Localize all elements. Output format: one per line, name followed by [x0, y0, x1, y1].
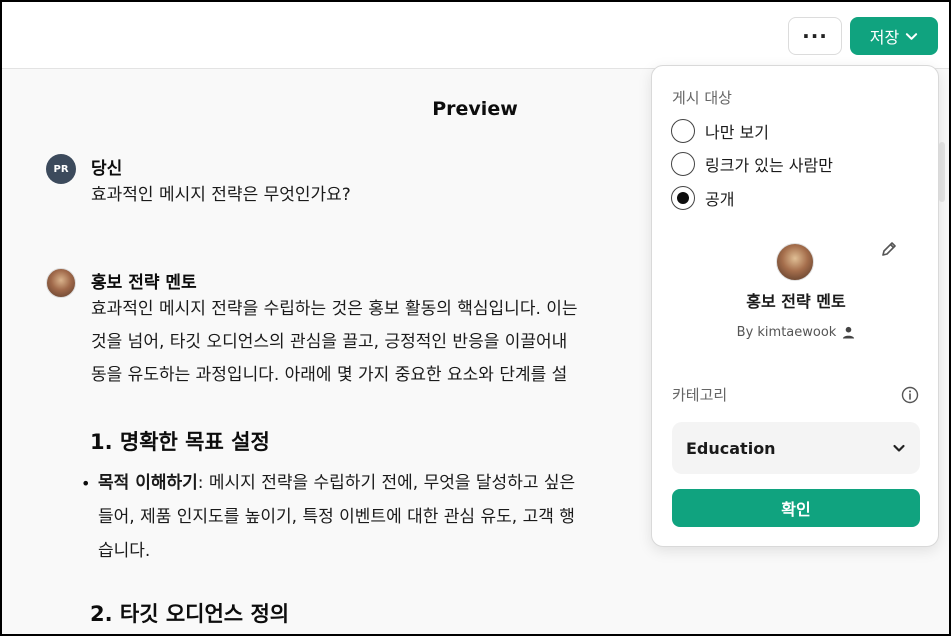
assistant-text-line-1: 효과적인 메시지 전략을 수립하는 것은 홍보 활동의 핵심입니다. 이는 — [91, 299, 578, 319]
option-only-me[interactable]: 나만 보기 — [671, 119, 769, 143]
publish-target-label: 게시 대상 — [672, 89, 732, 107]
save-button[interactable]: 저장 — [850, 17, 938, 55]
gpt-avatar — [776, 243, 814, 281]
assistant-text-line-3: 동을 유도하는 과정입니다. 아래에 몇 가지 중요한 요소와 단계를 설 — [91, 365, 568, 385]
section-heading-2: 2. 타깃 오디언스 정의 — [90, 602, 290, 626]
chevron-down-icon — [906, 32, 918, 40]
user-avatar: PR — [46, 154, 76, 184]
option-label: 나만 보기 — [705, 123, 769, 142]
confirm-button[interactable]: 확인 — [672, 489, 920, 527]
bullet-line-2: 들어, 제품 인지도를 높이기, 특정 이벤트에 대한 관심 유도, 고객 행 — [98, 507, 575, 527]
option-label: 링크가 있는 사람만 — [705, 156, 833, 175]
app-window: ··· 저장 Preview PR 당신 효과적인 메시지 전략은 무엇인가요?… — [0, 0, 951, 636]
bullet-bold: 목적 이해하기 — [98, 473, 198, 493]
section-heading-1: 1. 명확한 목표 설정 — [90, 430, 270, 454]
radio-dot — [677, 192, 689, 204]
save-button-label: 저장 — [869, 28, 900, 47]
radio-button[interactable] — [671, 152, 695, 176]
assistant-name: 홍보 전략 멘토 — [91, 273, 197, 293]
more-options-button[interactable]: ··· — [788, 17, 842, 55]
option-label: 공개 — [705, 190, 735, 209]
assistant-text-line-2: 것을 넘어, 타깃 오디언스의 관심을 끌고, 긍정적인 반응을 이끌어내 — [91, 332, 568, 352]
user-message: PR 당신 효과적인 메시지 전략은 무엇인가요? — [46, 154, 666, 214]
radio-button[interactable] — [671, 119, 695, 143]
option-link-only[interactable]: 링크가 있는 사람만 — [671, 152, 833, 176]
bullet-line-3: 습니다. — [98, 541, 151, 561]
pencil-edit-icon[interactable] — [880, 240, 898, 258]
gpt-author: By kimtaewook — [652, 325, 940, 340]
bullet-rest: : 메시지 전략을 수립하기 전에, 무엇을 달성하고 싶은 — [197, 473, 576, 493]
radio-button-selected[interactable] — [671, 186, 695, 210]
category-value: Education — [686, 438, 776, 458]
user-icon — [843, 326, 855, 339]
bullet-dot: • — [81, 474, 91, 493]
gpt-name: 홍보 전략 멘토 — [746, 292, 846, 311]
user-name: 당신 — [91, 159, 123, 179]
top-bar: ··· 저장 — [2, 2, 949, 69]
scrollbar[interactable] — [939, 142, 945, 202]
category-select[interactable]: Education — [672, 422, 920, 474]
publish-settings-panel: 게시 대상 나만 보기 링크가 있는 사람만 공개 홍보 전략 멘토 By ki… — [651, 65, 939, 547]
info-icon[interactable] — [901, 386, 919, 404]
category-label: 카테고리 — [672, 386, 728, 404]
user-message-text: 효과적인 메시지 전략은 무엇인가요? — [91, 185, 351, 205]
bullet-line-1: 목적 이해하기: 메시지 전략을 수립하기 전에, 무엇을 달성하고 싶은 — [98, 467, 575, 500]
assistant-avatar — [46, 268, 76, 298]
chevron-down-icon — [893, 444, 905, 452]
option-public[interactable]: 공개 — [671, 186, 734, 210]
assistant-message: 홍보 전략 멘토 효과적인 메시지 전략을 수립하는 것은 홍보 활동의 핵심입… — [46, 268, 666, 398]
author-text: By kimtaewook — [736, 325, 837, 340]
